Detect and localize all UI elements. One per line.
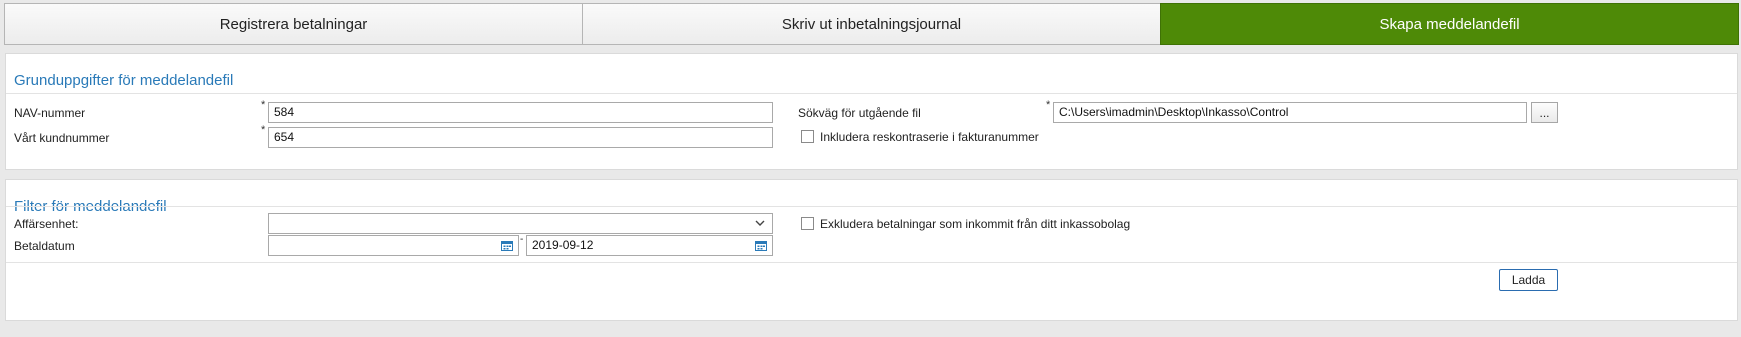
chevron-down-icon — [755, 220, 765, 226]
tab-create-message-file[interactable]: Skapa meddelandefil — [1160, 3, 1739, 45]
divider — [6, 262, 1737, 263]
include-ledger-series-label: Inkludera reskontraserie i fakturanummer — [820, 130, 1039, 144]
payment-date-to-input[interactable]: 2019-09-12 — [526, 235, 773, 256]
divider — [6, 93, 1737, 94]
output-path-label: Sökväg för utgående fil — [798, 106, 921, 120]
required-marker: * — [261, 124, 266, 136]
nav-number-label: NAV-nummer — [14, 106, 86, 120]
divider-hidden — [6, 206, 1737, 207]
calendar-icon[interactable] — [501, 240, 513, 251]
exclude-collection-payments-label: Exkludera betalningar som inkommit från … — [820, 217, 1131, 231]
include-ledger-series-checkbox[interactable] — [801, 130, 814, 143]
load-button[interactable]: Ladda — [1499, 269, 1558, 291]
basic-info-panel: Grunduppgifter för meddelandefil NAV-num… — [5, 53, 1738, 170]
tab-register-payments[interactable]: Registrera betalningar — [4, 3, 583, 45]
nav-number-input[interactable]: 584 — [268, 102, 773, 123]
exclude-collection-payments-checkbox[interactable] — [801, 217, 814, 230]
business-unit-label: Affärsenhet: — [14, 217, 79, 231]
customer-number-input[interactable]: 654 — [268, 127, 773, 148]
date-range-separator: - — [520, 234, 524, 245]
payment-date-to-value: 2019-09-12 — [532, 238, 594, 252]
basic-info-title: Grunduppgifter för meddelandefil — [14, 72, 234, 89]
business-unit-select[interactable] — [268, 213, 773, 234]
payment-date-from-input[interactable] — [268, 235, 519, 256]
required-marker: * — [261, 99, 266, 111]
required-marker: * — [1046, 99, 1051, 111]
output-path-input[interactable]: C:\Users\imadmin\Desktop\Inkasso\Control — [1053, 102, 1527, 123]
browse-button[interactable]: ... — [1531, 102, 1558, 123]
tab-print-payment-journal[interactable]: Skriv ut inbetalningsjournal — [582, 3, 1161, 45]
filter-panel: Filter för meddelandefil Affärsenhet: Be… — [5, 179, 1738, 321]
calendar-icon[interactable] — [755, 240, 767, 251]
customer-number-label: Vårt kundnummer — [14, 131, 110, 145]
tab-bar: Registrera betalningar Skriv ut inbetaln… — [4, 3, 1739, 45]
payment-date-label: Betaldatum — [14, 239, 75, 253]
